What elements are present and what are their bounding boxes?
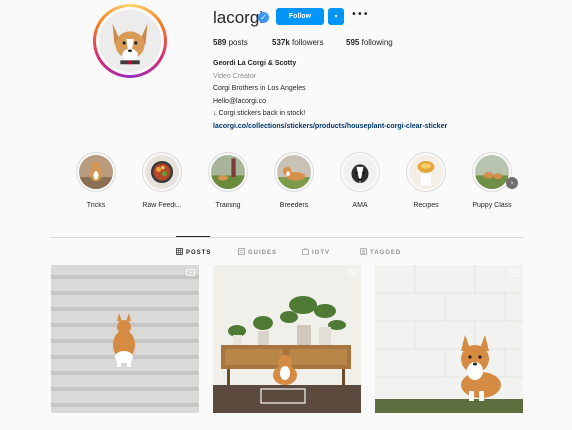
highlight-cover <box>208 152 248 192</box>
training-thumbnail <box>211 155 245 189</box>
highlight-cover <box>76 152 116 192</box>
posts-label: posts <box>228 38 248 47</box>
tab-igtv[interactable]: IGTV <box>302 248 330 256</box>
posts-stat: 589 posts <box>213 38 248 47</box>
posts-count: 589 <box>213 38 227 47</box>
corgi-stairs-photo <box>51 265 199 413</box>
tab-label: GUIDES <box>248 250 278 256</box>
followers-count: 537k <box>272 38 290 47</box>
corgi-avatar-image <box>99 10 161 72</box>
highlight-recipes[interactable]: Recipes <box>396 152 456 209</box>
corgi-wall-photo <box>375 265 523 413</box>
tab-label: TAGGED <box>370 250 402 256</box>
profile-full-name: Geordi La Corgi & Scotty <box>213 60 297 67</box>
following-label: following <box>361 38 393 47</box>
highlight-cover <box>340 152 380 192</box>
highlight-training[interactable]: Training <box>198 152 258 209</box>
highlight-label: Training <box>215 202 241 209</box>
highlight-breeders[interactable]: Breeders <box>264 152 324 209</box>
tab-posts[interactable]: POSTS <box>176 248 211 256</box>
followers-stat[interactable]: 537k followers <box>272 38 324 47</box>
story-highlights: Tricks Raw Feedi... Training Breeders AM… <box>66 152 526 214</box>
igtv-icon <box>302 248 309 255</box>
highlight-label: Puppy Class <box>472 202 512 209</box>
tabs-divider <box>50 237 524 238</box>
highlight-cover <box>406 152 446 192</box>
following-count: 595 <box>346 38 360 47</box>
tab-tagged[interactable]: TAGGED <box>360 248 401 256</box>
profile-category: Video Creator <box>213 72 257 80</box>
bio-line: ↓ Corgi stickers back in stock! <box>213 110 306 118</box>
post-thumbnail-plants[interactable] <box>213 265 361 413</box>
active-tab-indicator <box>176 236 210 237</box>
tab-label: IGTV <box>312 250 331 256</box>
bio-link[interactable]: lacorgi.co/collections/stickers/products… <box>213 121 513 134</box>
post-thumbnail-stairs[interactable] <box>51 265 199 413</box>
highlight-label: Raw Feedi... <box>142 202 182 209</box>
video-icon <box>510 268 519 277</box>
tab-guides[interactable]: GUIDES <box>238 248 277 256</box>
profile-avatar-ring[interactable] <box>93 4 167 78</box>
highlight-label: Tricks <box>86 202 106 209</box>
highlight-tricks[interactable]: Tricks <box>66 152 126 209</box>
verified-badge-icon: ✓ <box>258 12 269 23</box>
dog-face-thumbnail <box>343 155 377 189</box>
recipe-bowl-thumbnail <box>409 155 443 189</box>
tagged-icon <box>360 248 367 255</box>
highlight-label: Recipes <box>413 202 439 209</box>
profile-bio: Geordi La Corgi & Scotty Video Creator C… <box>213 58 513 134</box>
more-options-button[interactable]: ••• <box>351 8 369 25</box>
guides-icon <box>238 248 245 255</box>
food-bowl-thumbnail <box>145 155 179 189</box>
corgi-grass-thumbnail <box>277 155 311 189</box>
highlight-ama[interactable]: AMA <box>330 152 390 209</box>
bio-line: Hello@lacorgi.co <box>213 97 267 105</box>
video-icon <box>186 268 195 277</box>
suggested-dropdown-button[interactable]: ▾ <box>328 8 344 25</box>
following-stat[interactable]: 595 following <box>346 38 393 47</box>
post-thumbnail-brick-wall[interactable] <box>375 265 523 413</box>
highlight-cover <box>142 152 182 192</box>
video-icon <box>348 268 357 277</box>
highlight-cover <box>274 152 314 192</box>
followers-label: followers <box>292 38 324 47</box>
highlights-next-arrow-icon[interactable]: › <box>506 177 518 189</box>
corgi-sitting-thumbnail <box>79 155 113 189</box>
tab-label: POSTS <box>186 250 212 256</box>
highlight-label: AMA <box>352 202 368 209</box>
highlight-raw-feeding[interactable]: Raw Feedi... <box>132 152 192 209</box>
corgi-houseplants-photo <box>213 265 361 413</box>
grid-icon <box>176 248 183 255</box>
puppy-class-thumbnail <box>475 155 509 189</box>
bio-line: Corgi Brothers in Los Angeles <box>213 85 306 93</box>
profile-avatar[interactable] <box>96 7 164 75</box>
profile-username: lacorgi <box>213 8 264 27</box>
highlight-label: Breeders <box>279 202 309 209</box>
follow-button[interactable]: Follow <box>276 8 324 25</box>
